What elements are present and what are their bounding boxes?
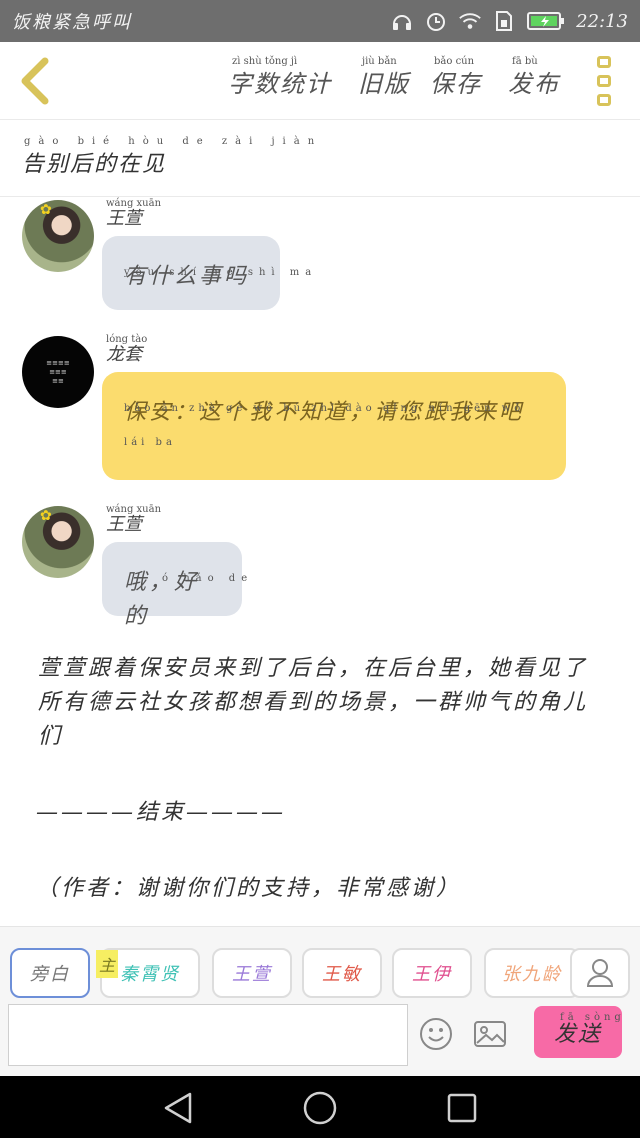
image-icon: [474, 1021, 506, 1047]
role-label: 王萱: [232, 964, 272, 985]
message-sender: lóng tào 龙套: [106, 334, 147, 366]
avatar[interactable]: ≡≡≡≡ ≡≡≡ ≡≡: [22, 336, 94, 408]
circle-home-icon: [303, 1091, 337, 1125]
flower-icon: ✿: [40, 202, 52, 218]
word-count-label: 字数统计: [228, 70, 332, 98]
ruby: fā sòng: [560, 1012, 625, 1023]
menu-dot-icon: [597, 56, 611, 68]
ruby: bǎo ān zhè gè wǒ bú zhī dào qǐng nín gēn…: [124, 403, 525, 448]
role-narrator[interactable]: 旁白: [10, 948, 90, 998]
role-zhang-jiuling[interactable]: 张九龄: [484, 948, 580, 998]
sender-name: 王萱: [106, 208, 142, 229]
ruby: jiù bǎn: [362, 56, 397, 67]
ruby: ó hǎo de: [162, 573, 254, 584]
publish-label: 发布: [508, 70, 560, 98]
headphones-icon: [390, 9, 414, 33]
message-bubble[interactable]: bǎo ān zhè gè wǒ bú zhī dào qǐng nín gēn…: [102, 372, 566, 480]
role-wang-yi[interactable]: 王伊: [392, 948, 472, 998]
smiley-icon: [420, 1018, 452, 1050]
old-version-label: 旧版: [358, 70, 410, 98]
role-label: 王伊: [412, 964, 452, 985]
sender-name: 王萱: [106, 514, 142, 535]
publish-button[interactable]: fā bù 发布: [508, 56, 568, 99]
sim-card-icon: [492, 9, 516, 33]
wifi-icon: [458, 9, 482, 33]
message-bubble[interactable]: ó hǎo de 哦，好的: [102, 542, 247, 629]
nav-back-button[interactable]: [160, 1090, 196, 1126]
ruby: wáng xuān: [106, 504, 162, 515]
user-icon: [586, 959, 614, 987]
message-input[interactable]: [8, 1004, 408, 1066]
add-role-button[interactable]: [570, 948, 630, 998]
status-time: 22:13: [576, 10, 628, 32]
save-button[interactable]: bǎo cún 保存: [430, 56, 490, 99]
more-menu-button[interactable]: [594, 56, 614, 106]
header-actions: zì shù tǒng jì 字数统计 jiù bǎn 旧版 bǎo cún 保…: [222, 56, 582, 104]
chapter-title-text: 告别后的在见: [22, 152, 167, 177]
old-version-button[interactable]: jiù bǎn 旧版: [358, 56, 418, 99]
main-role-tag: 主: [96, 950, 119, 978]
chevron-left-icon: [21, 57, 49, 105]
alarm-icon: [424, 9, 448, 33]
send-button[interactable]: fā sòng 发送: [534, 1006, 622, 1058]
menu-dot-icon: [597, 94, 611, 106]
status-app-title: 饭粮紧急呼叫: [12, 12, 132, 33]
ruby: gào bié hòu de zài jiàn: [24, 136, 323, 147]
menu-dot-icon: [597, 75, 611, 87]
role-label: 王敏: [322, 964, 362, 985]
status-bar: 饭粮紧急呼叫 22:13: [0, 0, 640, 42]
message-bubble[interactable]: yǒu shí me shì ma 有什么事吗: [102, 236, 311, 310]
flower-icon: ✿: [40, 508, 52, 524]
avatar[interactable]: ✿: [22, 200, 94, 272]
emoji-button[interactable]: [418, 1016, 454, 1052]
battery-icon: [526, 9, 566, 33]
narration-text[interactable]: 萱萱跟着保安员来到了后台，在后台里，她看见了所有德云社女孩都想看到的场景，一群帅…: [38, 652, 606, 754]
role-wang-xuan[interactable]: 王萱: [212, 948, 292, 998]
editor-header: zì shù tǒng jì 字数统计 jiù bǎn 旧版 bǎo cún 保…: [0, 42, 640, 120]
author-note[interactable]: （作者：谢谢你们的支持，非常感谢）: [36, 870, 461, 902]
role-label: 旁白: [30, 964, 70, 985]
message-sender: wáng xuān 王萱: [106, 504, 161, 536]
ending-text[interactable]: ————结束————: [36, 794, 286, 826]
square-recents-icon: [447, 1093, 477, 1123]
chapter-title[interactable]: gào bié hòu de zài jiàn 告别后的在见: [22, 136, 314, 178]
nav-recents-button[interactable]: [444, 1090, 480, 1126]
ruby: lóng tào: [106, 334, 148, 345]
status-icons: 22:13: [390, 9, 628, 33]
save-label: 保存: [430, 70, 482, 98]
role-label: 秦霄贤: [120, 964, 180, 985]
ruby: bǎo cún: [434, 56, 475, 67]
ruby: yǒu shí me shì ma: [124, 267, 318, 278]
avatar[interactable]: ✿: [22, 506, 94, 578]
avatar-watermark-icon: ≡≡≡≡ ≡≡≡ ≡≡: [46, 358, 70, 385]
ruby: fā bù: [512, 56, 538, 67]
divider: [0, 196, 640, 197]
nav-home-button[interactable]: [302, 1090, 338, 1126]
message-sender: wáng xuān 王萱: [106, 198, 161, 230]
word-count-button[interactable]: zì shù tǒng jì 字数统计: [228, 56, 348, 99]
ruby: wáng xuān: [106, 198, 162, 209]
system-nav-bar: [0, 1076, 640, 1138]
triangle-back-icon: [164, 1092, 192, 1124]
ruby: zì shù tǒng jì: [232, 56, 298, 67]
role-label: 张九龄: [502, 964, 562, 985]
sender-name: 龙套: [106, 344, 142, 365]
back-button[interactable]: [10, 54, 60, 108]
image-button[interactable]: [472, 1016, 508, 1052]
role-wang-min[interactable]: 王敏: [302, 948, 382, 998]
